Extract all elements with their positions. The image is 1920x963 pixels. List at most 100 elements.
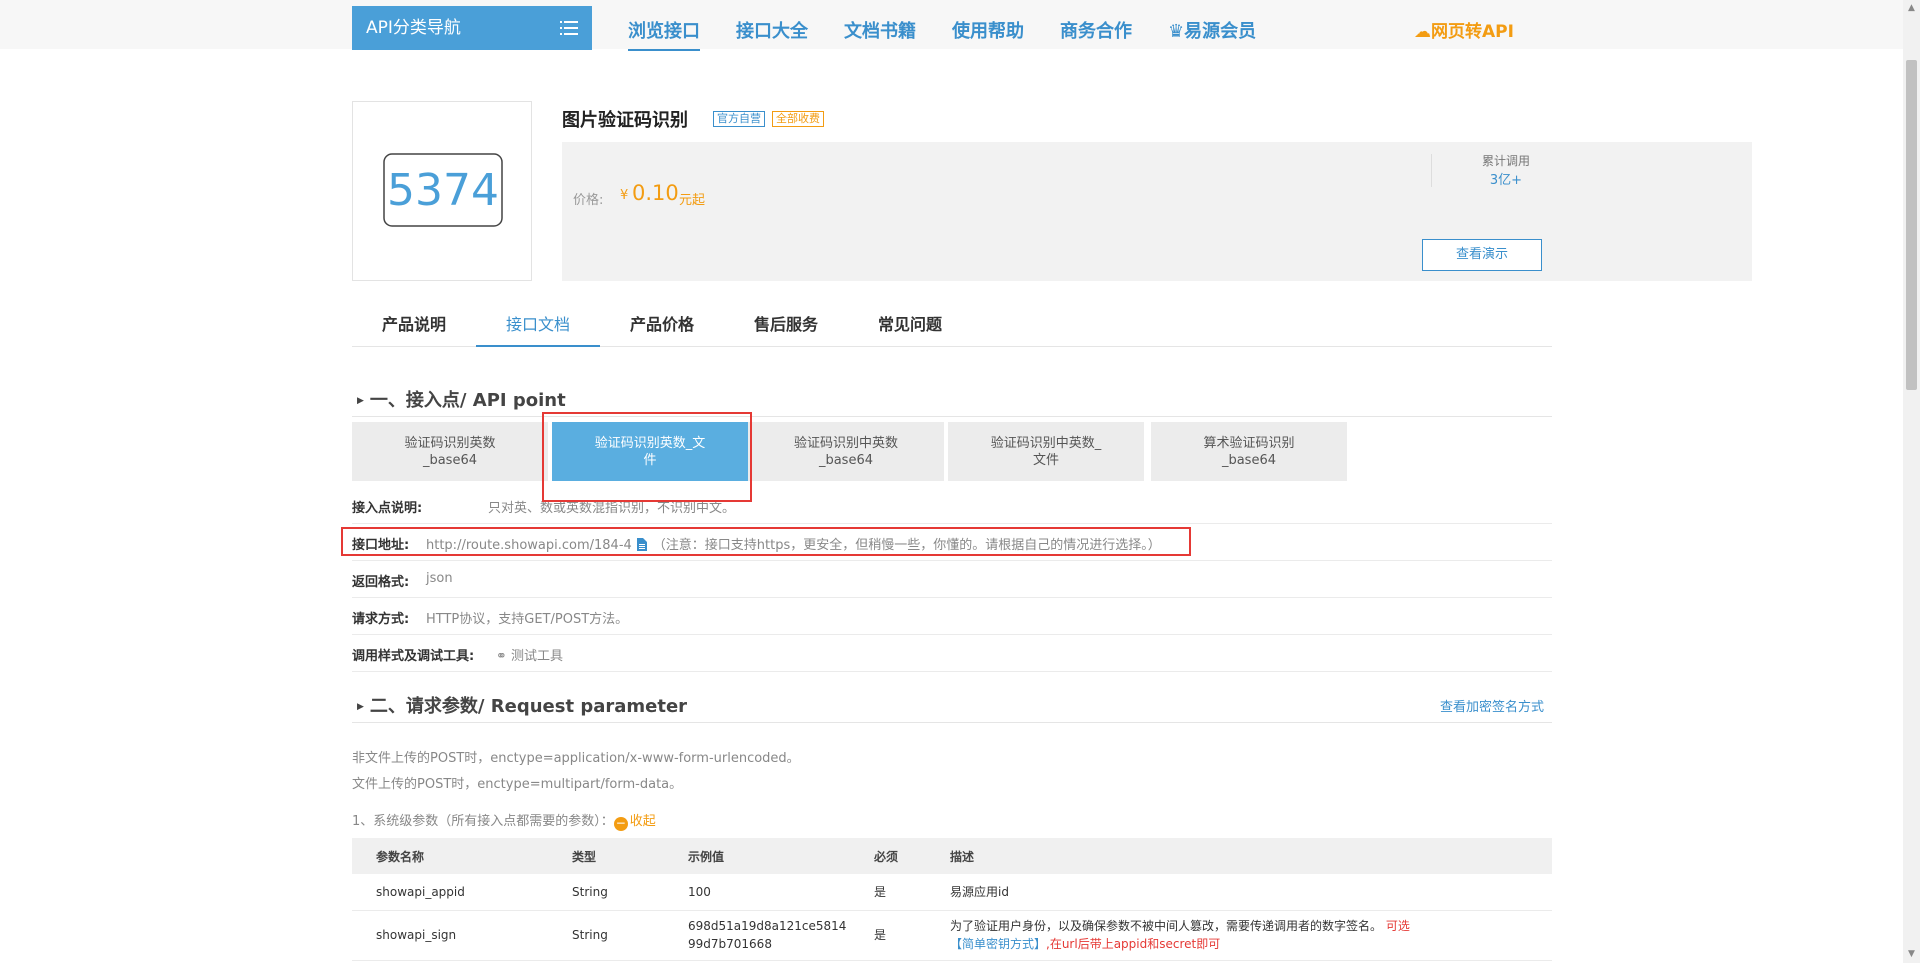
param-name: showapi_appid [352,874,548,911]
system-params-heading: 1、系统级参数（所有接入点都需要的参数）： − 收起 [352,810,656,831]
simple-key-note: ,在url后带上appid和secret即可 [1046,937,1221,951]
price-currency: ¥ [620,188,629,203]
column-header-required: 必须 [850,838,926,874]
nav-item-browse[interactable]: 浏览接口 [628,17,700,51]
enctype-note-urlencoded: 非文件上传的POST时，enctype=application/x-www-fo… [352,751,800,766]
view-demo-button[interactable]: 查看演示 [1422,239,1542,271]
endpoint-description-label: 接入点说明: [352,501,423,516]
crown-icon: ♛ [1168,21,1185,42]
return-format-value: json [426,571,453,586]
param-example: 100 [664,874,850,911]
nav-item-help[interactable]: 使用帮助 [952,17,1024,43]
highlight-box-api-url [341,527,1191,556]
simple-key-link[interactable]: 【简单密钥方式】 [950,937,1046,951]
price-label: 价格: [573,193,604,208]
caret-right-icon: ▶ [357,396,364,406]
nav-item-membership-label: 易源会员 [1184,21,1257,42]
web-to-api-label: 网页转API [1431,22,1514,42]
endpoint-label: 验证码识别中英数 _base64 [793,435,898,468]
paid-badge: 全部收费 [772,111,824,127]
scroll-down-arrow-icon[interactable]: ▼ [1903,946,1920,963]
nav-item-business[interactable]: 商务合作 [1060,17,1132,43]
api-category-nav-button[interactable]: API分类导航 [352,6,592,50]
column-header-name: 参数名称 [352,838,548,874]
request-method-value: HTTP协议，支持GET/POST方法。 [426,612,629,627]
nav-item-docs[interactable]: 文档书籍 [844,17,916,43]
section-api-point-heading: ▶ 一、接入点/ API point [357,386,566,412]
tab-pricing[interactable]: 产品价格 [600,305,724,347]
price-unit: 元起 [679,193,706,208]
price-panel: 价格: ¥ 0.10 元起 累计调用 3亿+ 查看演示 [562,142,1752,281]
scroll-up-arrow-icon[interactable]: ▲ [1903,0,1920,17]
endpoint-label: 算术验证码识别 _base64 [1203,435,1295,468]
column-header-description: 描述 [926,838,1552,874]
endpoint-label: 验证码识别英数 _base64 [404,435,496,468]
tab-api-docs[interactable]: 接口文档 [476,305,600,347]
cloud-icon: ☁ [1414,22,1431,42]
total-calls-value: 3亿+ [1489,173,1523,188]
param-type: String [548,910,664,961]
nav-item-api-list[interactable]: 接口大全 [736,17,808,43]
section-request-parameter-title: 二、请求参数/ Request parameter [369,696,688,717]
divider [352,722,1552,723]
collapse-toggle[interactable]: − 收起 [613,814,656,831]
param-example: 698d51a19d8a121ce5814 99d7b701668 [664,910,850,961]
scroll-thumb[interactable] [1906,60,1917,390]
product-image: 5374 [352,101,532,281]
tab-product-description[interactable]: 产品说明 [352,305,476,347]
test-tool-label: 调用样式及调试工具: [352,649,475,664]
section-request-parameter-heading: ▶ 二、请求参数/ Request parameter [357,692,687,718]
test-tool-row: 调用样式及调试工具: ⚭ 测试工具 [352,635,1552,672]
system-params-label: 1、系统级参数（所有接入点都需要的参数）： [352,814,614,829]
page-scrollbar[interactable]: ▲ ▼ [1903,0,1920,963]
endpoint-button-4[interactable]: 验证码识别中英数_ 文件 [948,422,1144,481]
param-description: 为了验证用户身份，以及确保参数不被中间人篡改，需要传递调用者的数字签名。 可选 … [926,910,1552,961]
param-required: 是 [850,910,926,961]
highlight-box-endpoint [542,412,752,502]
endpoint-button-3[interactable]: 验证码识别中英数 _base64 [748,422,944,481]
top-navigation-bar: API分类导航 浏览接口 接口大全 文档书籍 使用帮助 商务合作 ♛易源会员 ☁… [0,0,1905,51]
tab-faq[interactable]: 常见问题 [848,305,972,347]
param-description: 易源应用id [926,874,1552,911]
enctype-note-multipart: 文件上传的POST时，enctype=multipart/form-data。 [352,777,683,792]
return-format-label: 返回格式: [352,575,410,590]
table-row: showapi_appid String 100 是 易源应用id [352,874,1552,911]
total-calls-label: 累计调用 [1481,154,1530,168]
endpoint-label: 验证码识别中英数_ 文件 [990,435,1102,468]
param-required: 是 [850,874,926,911]
web-to-api-link[interactable]: ☁网页转API [1414,17,1514,42]
caret-right-icon: ▶ [357,702,364,712]
link-icon: ⚭ [496,649,507,664]
endpoint-button-5[interactable]: 算术验证码识别 _base64 [1151,422,1347,481]
table-header-row: 参数名称 类型 示例值 必须 描述 [352,838,1552,874]
section-api-point-title: 一、接入点/ API point [369,390,566,411]
system-params-table: 参数名称 类型 示例值 必须 描述 showapi_appid String 1… [352,838,1552,961]
product-title: 图片验证码识别 [562,110,688,131]
endpoint-description-row: 接入点说明: 只对英、数或英数混指识别，不识别中文。 [352,487,1552,524]
request-method-row: 请求方式: HTTP协议，支持GET/POST方法。 [352,598,1552,635]
return-format-row: 返回格式: json [352,561,1552,598]
view-signature-method-link[interactable]: 查看加密签名方式 [1440,696,1544,715]
divider [1431,154,1432,187]
api-category-nav-label: API分类导航 [366,18,461,38]
optional-label: 可选 [1385,919,1410,933]
endpoint-button-1[interactable]: 验证码识别英数 _base64 [352,422,548,481]
minus-circle-icon: − [613,816,628,831]
test-tool-link-label: 测试工具 [511,649,564,664]
captcha-image-icon: 5374 [383,153,503,227]
column-header-example: 示例值 [664,838,850,874]
menu-list-icon [560,21,578,35]
param-type: String [548,874,664,911]
nav-item-membership[interactable]: ♛易源会员 [1168,17,1256,43]
param-description-text: 为了验证用户身份，以及确保参数不被中间人篡改，需要传递调用者的数字签名。 [950,919,1383,933]
divider [352,416,1552,417]
table-row: showapi_sign String 698d51a19d8a121ce581… [352,910,1552,961]
tab-after-sales[interactable]: 售后服务 [724,305,848,347]
column-header-type: 类型 [548,838,664,874]
captcha-text: 5374 [387,165,499,216]
request-method-label: 请求方式: [352,612,410,627]
product-tabs: 产品说明 接口文档 产品价格 售后服务 常见问题 [352,305,1552,347]
test-tool-link[interactable]: ⚭ 测试工具 [496,645,563,664]
price-value: 0.10 [632,181,679,205]
param-name: showapi_sign [352,910,548,961]
